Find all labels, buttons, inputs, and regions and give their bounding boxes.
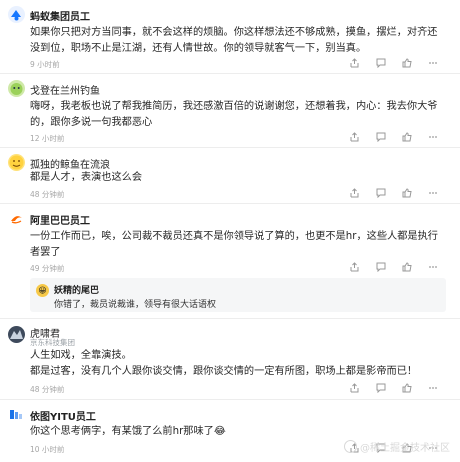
share-icon[interactable] xyxy=(342,131,368,143)
comment-text: 都是人才，表演也这么会 xyxy=(30,172,143,183)
avatar[interactable] xyxy=(8,6,25,23)
reply-box[interactable]: 😀 妖精的尾巴 你错了，裁员说裁谁，领导有很大话语权 xyxy=(30,278,446,312)
more-icon[interactable] xyxy=(420,382,446,394)
comment-icon[interactable] xyxy=(368,187,394,199)
reply-avatar[interactable]: 😀 xyxy=(36,284,49,297)
comment-text: 你这个思考俩字，有某饿了么前hr那味了😂 xyxy=(30,426,226,437)
comment-item: 阿里巴巴员工 一份工作而已，唉，公司裁不裁员还真不是你领导说了算的，也更不是hr… xyxy=(0,204,460,319)
more-icon[interactable] xyxy=(420,57,446,69)
author-company: 京东科技集团 xyxy=(30,338,75,347)
reply-text: 你错了，裁员说裁谁，领导有很大话语权 xyxy=(54,300,217,310)
avatar[interactable] xyxy=(8,326,25,343)
comment-text: 一份工作而已，唉，公司裁不裁员还真不是你领导说了算的，也更不是hr，这些人都是执… xyxy=(30,231,438,258)
author-name[interactable]: 戈登在兰州钓鱼 xyxy=(30,82,100,97)
like-icon[interactable] xyxy=(394,131,420,143)
comment-text: 嗨呀，我老板也说了帮我推简历，我还感激百倍的说谢谢您，还想着我，内心：我去你大爷… xyxy=(30,101,438,128)
author-name[interactable]: 蚂蚁集团员工 xyxy=(30,8,90,23)
comment-actions xyxy=(342,382,446,394)
comment-item: 蚂蚁集团员工 如果你只把对方当同事，就不会这样的烦脑。你这样想法还不够成熟，摸鱼… xyxy=(0,0,460,74)
watermark-text: @稀土掘金技术社区 xyxy=(360,443,450,454)
more-icon[interactable] xyxy=(420,187,446,199)
share-icon[interactable] xyxy=(342,57,368,69)
avatar[interactable] xyxy=(8,154,25,171)
comment-item: 虎啸君 京东科技集团 人生如戏，全靠演技。 都是过客，没有几个人跟你谈交情，跟你… xyxy=(0,319,460,400)
like-icon[interactable] xyxy=(394,261,420,273)
comment-time: 49 分钟前 xyxy=(30,264,65,273)
comment-feed: 蚂蚁集团员工 如果你只把对方当同事，就不会这样的烦脑。你这样想法还不够成熟，摸鱼… xyxy=(0,0,460,462)
comment-actions xyxy=(342,261,446,273)
more-icon[interactable] xyxy=(420,131,446,143)
comment-time: 10 小时前 xyxy=(30,445,65,454)
author-name[interactable]: 孤独的鲸鱼在流浪 xyxy=(30,156,110,171)
like-icon[interactable] xyxy=(394,382,420,394)
watermark: @稀土掘金技术社区 xyxy=(344,439,450,454)
comment-item: 孤独的鲸鱼在流浪 都是人才，表演也这么会 48 分钟前 xyxy=(0,148,460,204)
avatar[interactable] xyxy=(8,210,25,227)
comment-time: 12 小时前 xyxy=(30,134,65,143)
comment-icon[interactable] xyxy=(368,57,394,69)
comment-actions xyxy=(342,187,446,199)
more-icon[interactable] xyxy=(420,261,446,273)
like-icon[interactable] xyxy=(394,57,420,69)
like-icon[interactable] xyxy=(394,187,420,199)
reply-author[interactable]: 妖精的尾巴 xyxy=(54,283,99,296)
comment-icon[interactable] xyxy=(368,382,394,394)
comment-time: 48 分钟前 xyxy=(30,190,65,199)
comment-icon[interactable] xyxy=(368,261,394,273)
comment-text: 如果你只把对方当同事，就不会这样的烦脑。你这样想法还不够成熟，摸鱼，摆烂，对齐还… xyxy=(30,27,438,54)
author-name[interactable]: 依图YITU员工 xyxy=(30,408,96,423)
comment-time: 48 分钟前 xyxy=(30,385,65,394)
avatar[interactable] xyxy=(8,406,25,423)
juejin-logo-icon xyxy=(344,440,357,453)
avatar[interactable] xyxy=(8,80,25,97)
share-icon[interactable] xyxy=(342,187,368,199)
comment-icon[interactable] xyxy=(368,131,394,143)
share-icon[interactable] xyxy=(342,382,368,394)
comment-item: 戈登在兰州钓鱼 嗨呀，我老板也说了帮我推简历，我还感激百倍的说谢谢您，还想着我，… xyxy=(0,74,460,148)
comment-actions xyxy=(342,57,446,69)
comment-actions xyxy=(342,131,446,143)
author-name[interactable]: 阿里巴巴员工 xyxy=(30,212,90,227)
comment-time: 9 小时前 xyxy=(30,60,60,69)
share-icon[interactable] xyxy=(342,261,368,273)
comment-text: 人生如戏，全靠演技。 都是过客，没有几个人跟你谈交情，跟你谈交情的一定有所图，职… xyxy=(30,350,418,377)
